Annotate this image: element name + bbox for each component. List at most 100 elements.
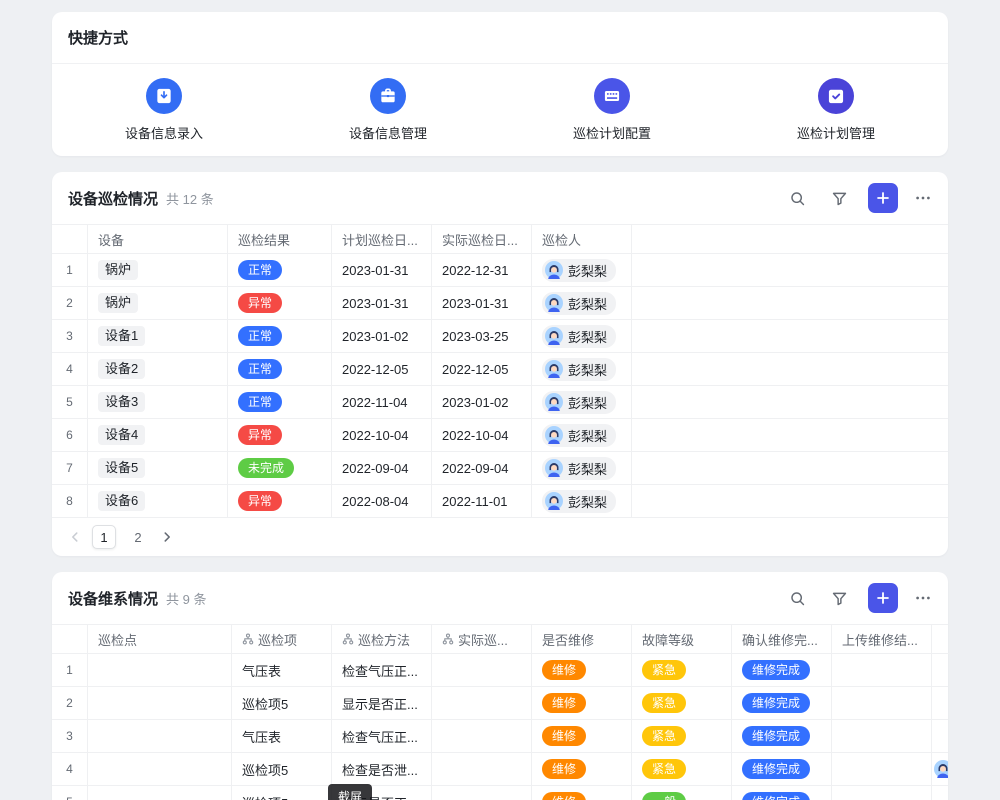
filter-icon[interactable]	[830, 189, 848, 207]
point-cell[interactable]	[88, 786, 232, 800]
actual-result-cell[interactable]	[432, 753, 532, 786]
item-cell[interactable]: 巡检项5	[232, 786, 332, 800]
inspector-cell[interactable]: 彭梨梨	[532, 353, 632, 386]
extra-cell[interactable]	[932, 786, 948, 800]
level-cell[interactable]: 一般	[632, 786, 732, 800]
column-header[interactable]: 巡检结果	[228, 225, 332, 254]
inspector-cell[interactable]: 彭梨梨	[532, 320, 632, 353]
method-cell[interactable]: 检查气压正...	[332, 720, 432, 753]
level-cell[interactable]: 紧急	[632, 720, 732, 753]
planned-date-cell[interactable]: 2022-09-04	[332, 452, 432, 485]
confirm-cell[interactable]: 维修完成	[732, 786, 832, 800]
actual-date-cell[interactable]: 2023-01-02	[432, 386, 532, 419]
upload-cell[interactable]	[832, 720, 932, 753]
actual-result-cell[interactable]	[432, 654, 532, 687]
level-cell[interactable]: 紧急	[632, 654, 732, 687]
upload-cell[interactable]	[832, 687, 932, 720]
actual-date-cell[interactable]: 2022-12-31	[432, 254, 532, 287]
level-cell[interactable]: 紧急	[632, 753, 732, 786]
column-header[interactable]: 实际巡检日...	[432, 225, 532, 254]
planned-date-cell[interactable]: 2022-11-04	[332, 386, 432, 419]
device-cell[interactable]: 设备1	[88, 320, 228, 353]
planned-date-cell[interactable]: 2023-01-31	[332, 254, 432, 287]
planned-date-cell[interactable]: 2023-01-02	[332, 320, 432, 353]
planned-date-cell[interactable]: 2022-12-05	[332, 353, 432, 386]
point-cell[interactable]	[88, 687, 232, 720]
column-header[interactable]: 巡检项	[232, 625, 332, 654]
confirm-cell[interactable]: 维修完成	[732, 720, 832, 753]
shortcut-item-2[interactable]: 设备信息管理	[276, 78, 500, 142]
device-cell[interactable]: 设备3	[88, 386, 228, 419]
add-record-button[interactable]	[868, 183, 898, 213]
result-cell[interactable]: 异常	[228, 485, 332, 518]
more-menu-icon[interactable]	[914, 189, 932, 207]
repair-cell[interactable]: 维修	[532, 753, 632, 786]
result-cell[interactable]: 正常	[228, 254, 332, 287]
inspector-cell[interactable]: 彭梨梨	[532, 254, 632, 287]
device-cell[interactable]: 锅炉	[88, 254, 228, 287]
item-cell[interactable]: 巡检项5	[232, 753, 332, 786]
device-cell[interactable]: 锅炉	[88, 287, 228, 320]
repair-cell[interactable]: 维修	[532, 654, 632, 687]
inspector-cell[interactable]: 彭梨梨	[532, 485, 632, 518]
result-cell[interactable]: 未完成	[228, 452, 332, 485]
actual-date-cell[interactable]: 2022-10-04	[432, 419, 532, 452]
device-cell[interactable]: 设备5	[88, 452, 228, 485]
result-cell[interactable]: 正常	[228, 320, 332, 353]
point-cell[interactable]	[88, 753, 232, 786]
actual-date-cell[interactable]: 2023-01-31	[432, 287, 532, 320]
extra-cell[interactable]	[932, 753, 948, 786]
confirm-cell[interactable]: 维修完成	[732, 753, 832, 786]
pagination-next-icon[interactable]	[160, 530, 174, 544]
actual-result-cell[interactable]	[432, 720, 532, 753]
device-cell[interactable]: 设备6	[88, 485, 228, 518]
search-icon[interactable]	[788, 189, 806, 207]
column-header[interactable]: 维	[932, 625, 952, 654]
point-cell[interactable]	[88, 720, 232, 753]
shortcut-item-1[interactable]: 设备信息录入	[52, 78, 276, 142]
column-header[interactable]: 实际巡...	[432, 625, 532, 654]
repair-cell[interactable]: 维修	[532, 687, 632, 720]
method-cell[interactable]: 检查气压正...	[332, 654, 432, 687]
column-header[interactable]: 确认维修完...	[732, 625, 832, 654]
repair-cell[interactable]: 维修	[532, 720, 632, 753]
column-header[interactable]: 故障等级	[632, 625, 732, 654]
point-cell[interactable]	[88, 654, 232, 687]
filter-icon[interactable]	[830, 589, 848, 607]
pagination-prev-icon[interactable]	[68, 530, 82, 544]
actual-date-cell[interactable]: 2022-11-01	[432, 485, 532, 518]
method-cell[interactable]: 检查是否泄...	[332, 753, 432, 786]
column-header[interactable]: 计划巡检日...	[332, 225, 432, 254]
item-cell[interactable]: 气压表	[232, 720, 332, 753]
pagination-page-1[interactable]: 1	[92, 525, 116, 549]
column-header[interactable]: 巡检人	[532, 225, 632, 254]
actual-date-cell[interactable]: 2023-03-25	[432, 320, 532, 353]
result-cell[interactable]: 正常	[228, 353, 332, 386]
actual-result-cell[interactable]	[432, 687, 532, 720]
item-cell[interactable]: 巡检项5	[232, 687, 332, 720]
upload-cell[interactable]	[832, 654, 932, 687]
method-cell[interactable]: 显示是否正...	[332, 687, 432, 720]
upload-cell[interactable]	[832, 753, 932, 786]
result-cell[interactable]: 异常	[228, 419, 332, 452]
actual-date-cell[interactable]: 2022-12-05	[432, 353, 532, 386]
actual-result-cell[interactable]	[432, 786, 532, 800]
confirm-cell[interactable]: 维修完成	[732, 654, 832, 687]
column-header[interactable]: 是否维修	[532, 625, 632, 654]
inspector-cell[interactable]: 彭梨梨	[532, 386, 632, 419]
inspector-cell[interactable]: 彭梨梨	[532, 452, 632, 485]
result-cell[interactable]: 正常	[228, 386, 332, 419]
item-cell[interactable]: 气压表	[232, 654, 332, 687]
column-header[interactable]: 巡检方法	[332, 625, 432, 654]
result-cell[interactable]: 异常	[228, 287, 332, 320]
extra-cell[interactable]	[932, 720, 948, 753]
planned-date-cell[interactable]: 2022-08-04	[332, 485, 432, 518]
shortcut-item-3[interactable]: 巡检计划配置	[500, 78, 724, 142]
more-menu-icon[interactable]	[914, 589, 932, 607]
device-cell[interactable]: 设备2	[88, 353, 228, 386]
extra-cell[interactable]	[932, 687, 948, 720]
search-icon[interactable]	[788, 589, 806, 607]
planned-date-cell[interactable]: 2022-10-04	[332, 419, 432, 452]
repair-cell[interactable]: 维修	[532, 786, 632, 800]
inspector-cell[interactable]: 彭梨梨	[532, 419, 632, 452]
